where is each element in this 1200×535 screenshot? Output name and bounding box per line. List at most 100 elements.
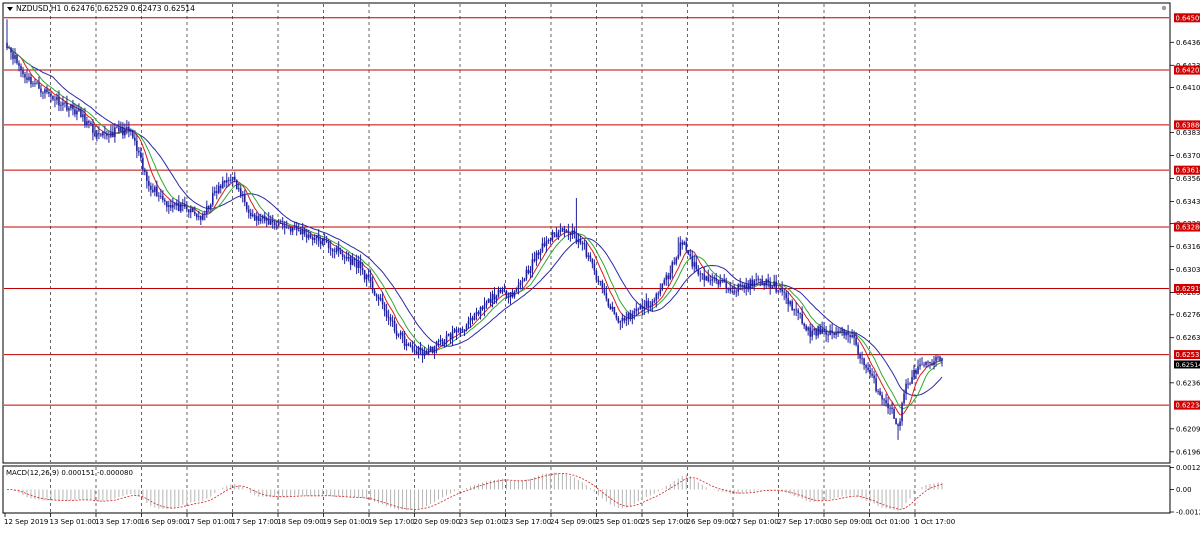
candle-body bbox=[767, 279, 769, 282]
candle-body bbox=[110, 132, 112, 136]
candle-body bbox=[138, 151, 140, 153]
candle-body bbox=[508, 297, 510, 298]
candle-body bbox=[681, 242, 683, 244]
candle-body bbox=[54, 99, 56, 100]
candle-body bbox=[863, 358, 865, 365]
time-label: 16 Sep 09:00 bbox=[141, 518, 188, 526]
candle-body bbox=[538, 253, 540, 255]
candle-body bbox=[901, 403, 903, 421]
candle-body bbox=[320, 241, 322, 244]
candle-body bbox=[350, 257, 352, 265]
time-label: 25 Sep 17:00 bbox=[641, 518, 688, 526]
candle-body bbox=[212, 193, 214, 205]
candle-body bbox=[500, 290, 502, 292]
candle-body bbox=[306, 234, 308, 238]
candle-body bbox=[332, 249, 334, 251]
candle-body bbox=[699, 274, 701, 275]
candle-body bbox=[278, 224, 280, 226]
candle-body bbox=[891, 408, 893, 409]
candle-body bbox=[42, 93, 44, 94]
candle-body bbox=[216, 191, 218, 193]
candle-body bbox=[404, 336, 406, 346]
candle-body bbox=[885, 400, 887, 403]
candle-body bbox=[270, 220, 272, 224]
price-tick-label: 0.63565 bbox=[1176, 175, 1200, 183]
candle-body bbox=[683, 242, 685, 245]
level-label: 0.63614 bbox=[1176, 167, 1200, 175]
candle-body bbox=[28, 77, 30, 80]
candle-body bbox=[200, 216, 202, 220]
level-label: 0.62531 bbox=[1176, 351, 1200, 359]
candle-body bbox=[18, 63, 20, 66]
candle-body bbox=[640, 306, 642, 309]
candle-body bbox=[450, 334, 452, 339]
candle-body bbox=[871, 374, 873, 376]
time-label: 1 Oct 17:00 bbox=[914, 518, 955, 526]
candle-body bbox=[400, 333, 402, 335]
candle-body bbox=[883, 399, 885, 400]
candle-body bbox=[170, 205, 172, 208]
candle-body bbox=[879, 391, 881, 395]
candle-body bbox=[146, 172, 148, 181]
candle-body bbox=[771, 286, 773, 288]
time-label: 17 Sep 01:00 bbox=[186, 518, 233, 526]
candle-body bbox=[632, 314, 634, 319]
candle-body bbox=[422, 350, 424, 355]
candle-body bbox=[620, 321, 622, 322]
candle-body bbox=[532, 259, 534, 270]
candle-body bbox=[296, 226, 298, 230]
candle-body bbox=[268, 219, 270, 225]
candle-body bbox=[484, 305, 486, 309]
candle-body bbox=[472, 318, 474, 320]
candle-body bbox=[180, 203, 182, 211]
candle-body bbox=[224, 181, 226, 183]
candle-body bbox=[178, 203, 180, 211]
price-tick-label: 0.63430 bbox=[1176, 198, 1200, 206]
gear-icon[interactable] bbox=[1162, 6, 1166, 10]
candle-body bbox=[622, 318, 624, 321]
candle-body bbox=[298, 230, 300, 231]
candle-body bbox=[292, 227, 294, 231]
candle-body bbox=[286, 227, 288, 228]
time-label: 30 Sep 09:00 bbox=[823, 518, 870, 526]
time-label: 24 Sep 09:00 bbox=[550, 518, 597, 526]
candle-body bbox=[941, 358, 943, 361]
candle-body bbox=[486, 302, 488, 305]
candle-body bbox=[344, 257, 346, 258]
candle-body bbox=[656, 294, 658, 301]
candle-body bbox=[821, 329, 823, 334]
candle-body bbox=[462, 329, 464, 331]
candle-body bbox=[426, 352, 428, 354]
candle-body bbox=[284, 225, 286, 227]
time-label: 26 Sep 09:00 bbox=[687, 518, 734, 526]
chart-canvas[interactable]: 0.643650.642300.641000.638350.637000.635… bbox=[0, 0, 1200, 531]
candle-body bbox=[893, 409, 895, 419]
candle-body bbox=[244, 195, 246, 202]
candle-body bbox=[336, 248, 338, 252]
candle-body bbox=[598, 280, 600, 282]
candle-body bbox=[276, 225, 278, 226]
candle-body bbox=[346, 257, 348, 259]
candle-body bbox=[574, 230, 576, 233]
candle-body bbox=[8, 47, 10, 48]
candle-body bbox=[254, 215, 256, 221]
candle-body bbox=[510, 292, 512, 297]
candle-body bbox=[230, 180, 232, 181]
candle-body bbox=[741, 285, 743, 286]
candle-body bbox=[34, 83, 36, 84]
candle-body bbox=[927, 362, 929, 363]
candle-body bbox=[785, 293, 787, 298]
candle-body bbox=[578, 240, 580, 242]
candle-body bbox=[638, 309, 640, 310]
candle-body bbox=[478, 312, 480, 315]
candle-body bbox=[630, 313, 632, 318]
candle-body bbox=[847, 332, 849, 335]
candle-body bbox=[592, 259, 594, 264]
candle-body bbox=[248, 210, 250, 213]
candle-body bbox=[136, 141, 138, 151]
candle-body bbox=[905, 384, 907, 394]
candle-body bbox=[302, 230, 304, 235]
candle-body bbox=[208, 206, 210, 209]
candle-body bbox=[338, 248, 340, 252]
candle-body bbox=[596, 271, 598, 280]
